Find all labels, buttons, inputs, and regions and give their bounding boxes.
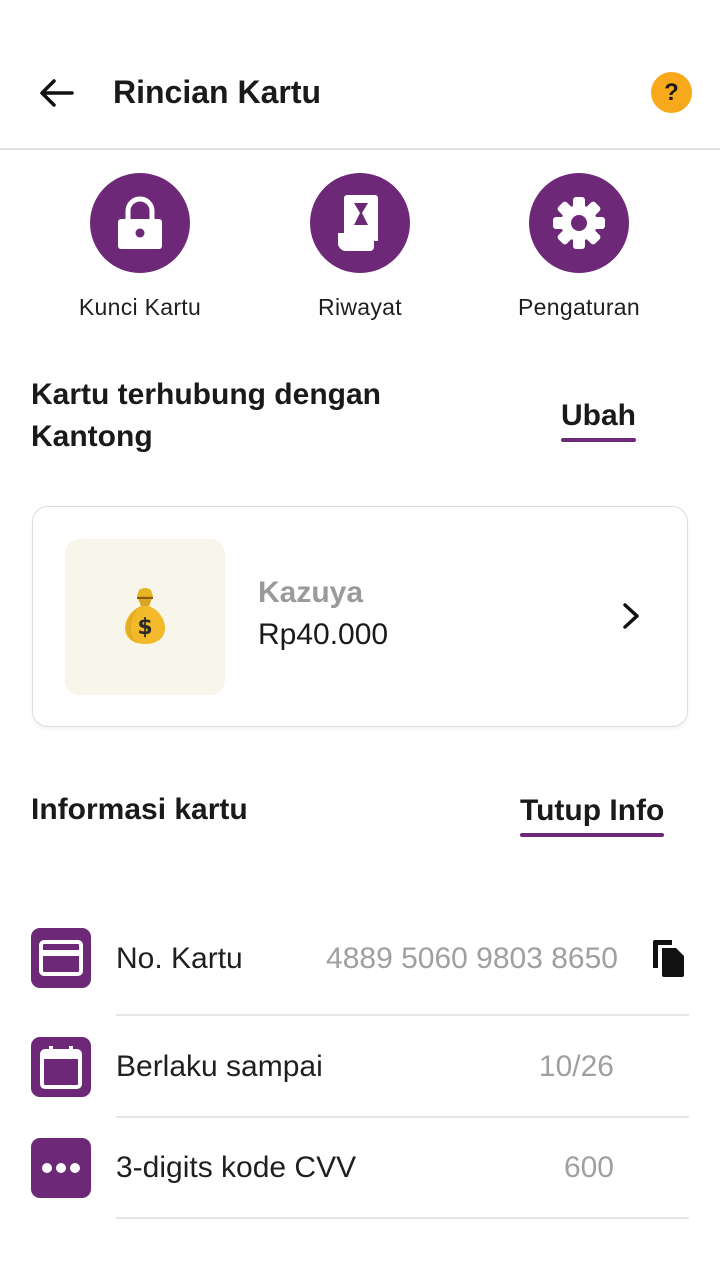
change-pocket-link[interactable]: Ubah	[561, 396, 636, 442]
pocket-card[interactable]: $ Kazuya Rp40.000	[32, 506, 688, 727]
expiry-value: 10/26	[538, 1050, 614, 1083]
row-divider	[116, 1116, 689, 1118]
calendar-icon	[31, 1037, 91, 1097]
history-action[interactable]: Riwayat	[250, 173, 470, 321]
gear-icon	[553, 197, 605, 249]
lock-card-button[interactable]	[90, 173, 190, 273]
pocket-balance: Rp40.000	[258, 618, 389, 651]
back-button[interactable]	[30, 70, 82, 116]
question-mark-icon: ?	[664, 78, 679, 106]
expiry-label: Berlaku sampai	[116, 1050, 323, 1083]
pocket-thumbnail: $	[65, 539, 225, 695]
cvv-label: 3-digits kode CVV	[116, 1151, 357, 1184]
app-header: Rincian Kartu ?	[0, 0, 720, 150]
close-info-label: Tutup Info	[520, 794, 665, 827]
card-number-label: No. Kartu	[116, 942, 243, 975]
lock-card-label: Kunci Kartu	[78, 294, 202, 320]
change-underline	[561, 438, 636, 442]
history-label: Riwayat	[318, 294, 402, 320]
change-pocket-label: Ubah	[561, 399, 636, 432]
dots-icon	[31, 1138, 91, 1198]
close-info-underline	[520, 833, 665, 837]
row-divider	[116, 1217, 689, 1219]
settings-label: Pengaturan	[518, 294, 640, 320]
lock-card-action[interactable]: Kunci Kartu	[30, 173, 250, 321]
close-info-link[interactable]: Tutup Info	[520, 791, 665, 837]
page-title: Rincian Kartu	[113, 74, 322, 110]
arrow-left-icon	[40, 79, 74, 107]
money-bag-icon: $	[125, 588, 165, 644]
history-button[interactable]	[310, 173, 410, 273]
settings-button[interactable]	[529, 173, 629, 273]
history-receipt-icon	[338, 195, 378, 251]
card-number-value: 4889 5060 9803 8650	[326, 942, 618, 975]
settings-action[interactable]: Pengaturan	[469, 173, 689, 321]
linked-pocket-title: Kartu terhubung dengan Kantong	[31, 378, 381, 453]
cvv-value: 600	[563, 1151, 614, 1184]
row-divider	[116, 1014, 689, 1016]
credit-card-icon	[31, 928, 91, 988]
help-button[interactable]: ?	[651, 72, 692, 113]
card-info-title: Informasi kartu	[31, 793, 248, 826]
chevron-right-icon	[623, 603, 639, 629]
copy-icon[interactable]	[650, 938, 686, 978]
svg-text:$: $	[137, 615, 152, 640]
pocket-name: Kazuya	[258, 576, 364, 609]
lock-icon	[118, 196, 162, 249]
